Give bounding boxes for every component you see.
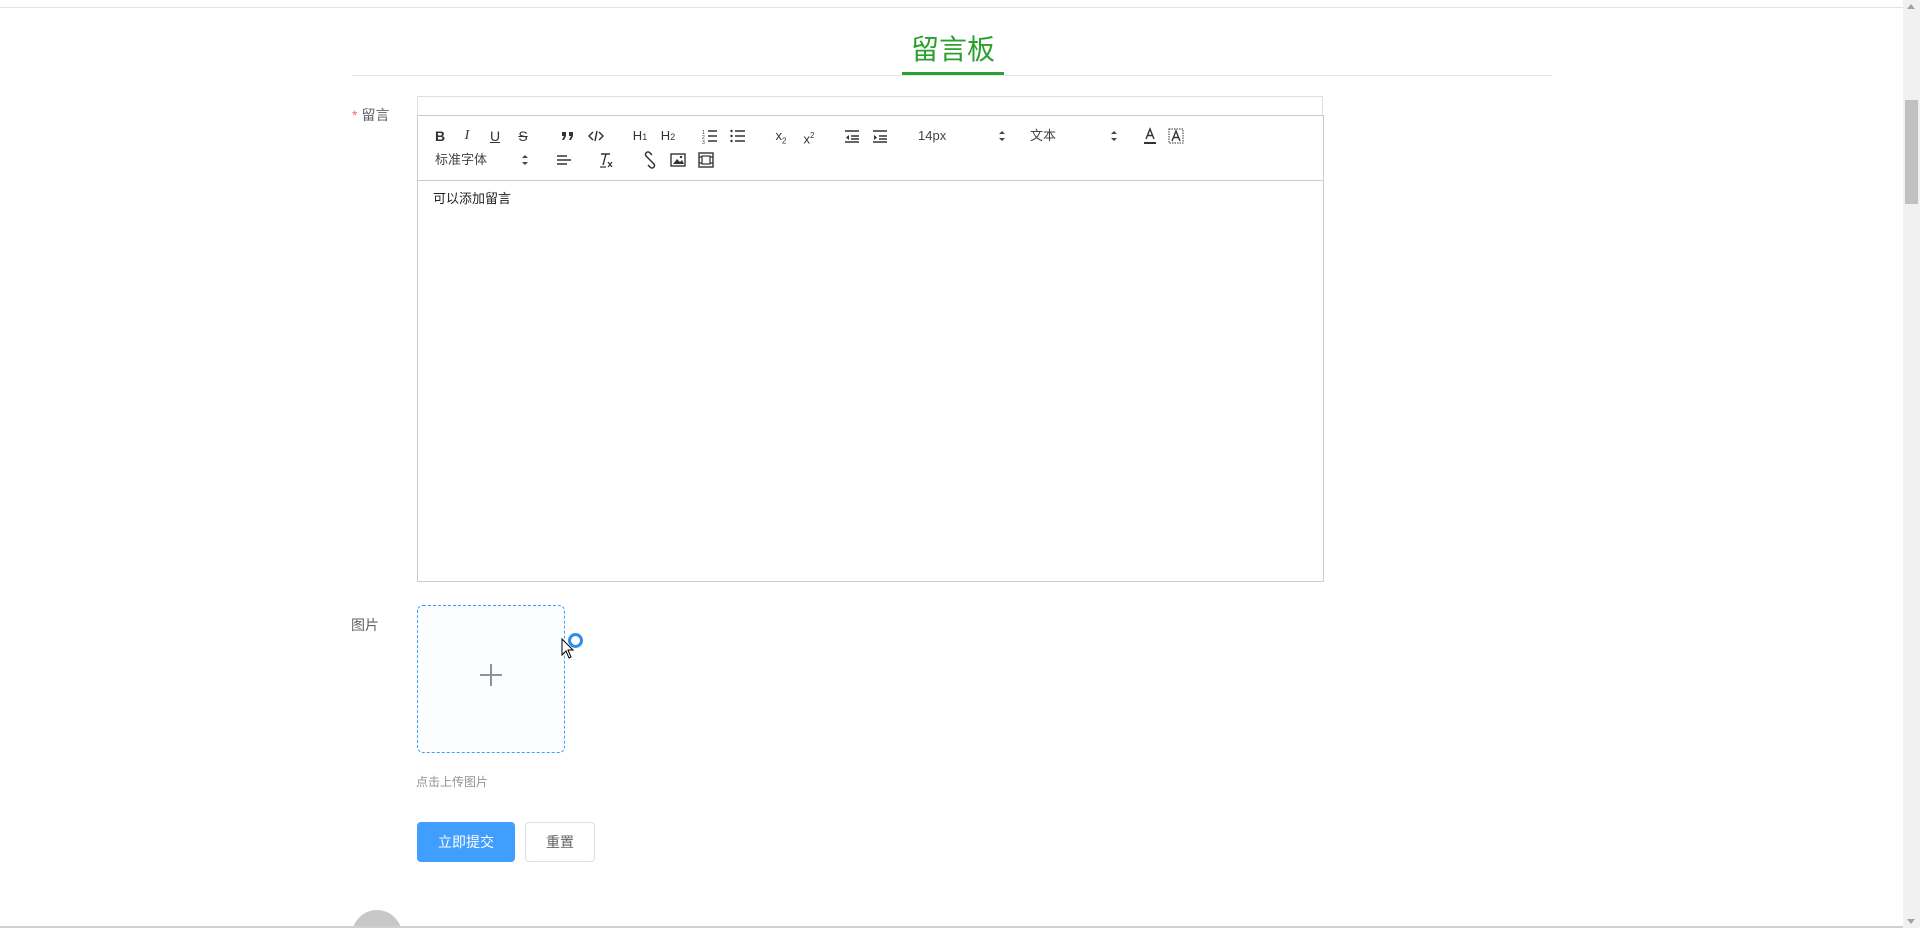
- align-button[interactable]: [556, 150, 572, 170]
- blockquote-button[interactable]: [560, 126, 576, 146]
- underline-button[interactable]: U: [488, 126, 502, 146]
- editor-content[interactable]: 可以添加留言: [433, 190, 511, 208]
- chevron-updown-icon: [1111, 131, 1117, 141]
- video-button[interactable]: [698, 150, 714, 170]
- rich-text-editor: B I U S H1 H2 123 x2 x2 14px 文本 标准字体 可以添…: [417, 115, 1324, 582]
- font-size-picker[interactable]: 14px: [918, 126, 1006, 146]
- align-left-icon: [557, 155, 571, 165]
- strike-button[interactable]: S: [516, 126, 530, 146]
- title-bar: 留言板: [352, 24, 1552, 76]
- loading-ring-icon: [568, 633, 583, 648]
- required-mark: *: [352, 107, 358, 123]
- clear-format-button[interactable]: [598, 150, 614, 170]
- font-family-value: 标准字体: [435, 152, 488, 167]
- editor-toolbar: B I U S H1 H2 123 x2 x2 14px 文本 标准字体: [418, 116, 1323, 181]
- message-label: * 留言: [352, 105, 389, 125]
- image-upload-box[interactable]: [417, 605, 565, 753]
- image-label: 图片: [351, 617, 379, 633]
- font-family-picker[interactable]: 标准字体: [435, 150, 529, 170]
- link-icon: [644, 151, 656, 169]
- outdent-button[interactable]: [844, 126, 860, 146]
- page: 留言板 * 留言 B I U S H1 H2 123 x2 x2 14px 文本…: [0, 0, 1903, 928]
- chevron-updown-icon: [522, 155, 528, 165]
- scroll-down-arrow-icon[interactable]: [1907, 919, 1915, 924]
- code-icon: [588, 130, 604, 142]
- page-title: 留言板: [902, 28, 1004, 75]
- h2-button[interactable]: H2: [658, 126, 678, 146]
- outdent-icon: [845, 130, 859, 143]
- svg-text:3: 3: [702, 140, 705, 146]
- editor-top-border: [417, 96, 1323, 115]
- header-value: 文本: [1030, 128, 1057, 143]
- vertical-scrollbar[interactable]: [1903, 0, 1920, 928]
- top-divider: [0, 7, 1903, 8]
- chevron-updown-icon: [999, 131, 1005, 141]
- ordered-list-button[interactable]: 123: [702, 126, 718, 146]
- scrollbar-thumb[interactable]: [1905, 100, 1918, 204]
- upload-tip: 点击上传图片: [416, 775, 489, 789]
- background-color-icon: [1168, 128, 1184, 144]
- video-icon: [698, 152, 714, 168]
- link-button[interactable]: [642, 150, 658, 170]
- h1-button[interactable]: H1: [630, 126, 650, 146]
- message-label-text: 留言: [361, 107, 390, 123]
- scroll-up-arrow-icon[interactable]: [1907, 4, 1915, 9]
- indent-icon: [873, 130, 887, 143]
- italic-button[interactable]: I: [460, 126, 474, 146]
- ordered-list-icon: 123: [702, 130, 717, 146]
- subscript-button[interactable]: x2: [772, 126, 790, 146]
- bullet-list-icon: [730, 129, 745, 143]
- clear-format-icon: [600, 153, 613, 168]
- bullet-list-button[interactable]: [730, 126, 746, 146]
- submit-button[interactable]: 立即提交: [417, 822, 515, 862]
- indent-button[interactable]: [872, 126, 888, 146]
- image-button[interactable]: [670, 150, 686, 170]
- font-size-value: 14px: [918, 128, 947, 143]
- font-color-button[interactable]: [1142, 126, 1158, 146]
- background-color-button[interactable]: [1168, 126, 1184, 146]
- image-icon: [670, 153, 686, 167]
- quote-icon: [562, 132, 573, 140]
- superscript-button[interactable]: x2: [800, 126, 818, 146]
- reset-button[interactable]: 重置: [525, 822, 595, 862]
- font-color-icon: [1144, 127, 1156, 144]
- header-picker[interactable]: 文本: [1030, 126, 1118, 146]
- code-button[interactable]: [588, 126, 604, 146]
- bold-button[interactable]: B: [433, 126, 447, 146]
